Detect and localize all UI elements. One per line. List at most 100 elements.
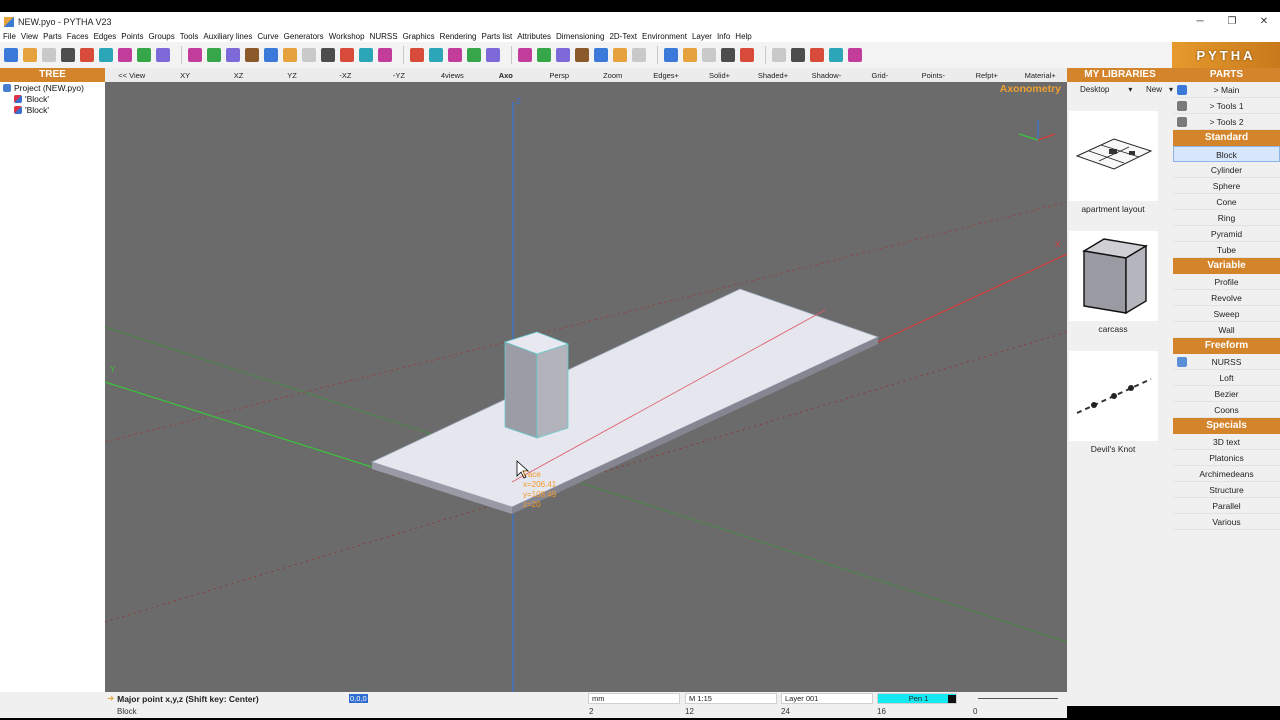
box-right-face[interactable] bbox=[536, 343, 569, 439]
view-button-xy[interactable]: XY bbox=[158, 71, 211, 80]
toolbar-tool-icon[interactable] bbox=[283, 48, 297, 62]
part-nurss[interactable]: NURSS bbox=[1173, 354, 1280, 370]
toolbar-tool-icon[interactable] bbox=[321, 48, 335, 62]
menu-item-view[interactable]: View bbox=[21, 32, 38, 41]
toolbar-tool-icon[interactable] bbox=[264, 48, 278, 62]
menu-item-2d-text[interactable]: 2D-Text bbox=[609, 32, 637, 41]
part-archimedeans[interactable]: Archimedeans bbox=[1173, 466, 1280, 482]
toolbar-tool-icon[interactable] bbox=[721, 48, 735, 62]
part-profile[interactable]: Profile bbox=[1173, 274, 1280, 290]
menu-item-dimensioning[interactable]: Dimensioning bbox=[556, 32, 604, 41]
view-button-yz[interactable]: -YZ bbox=[372, 71, 425, 80]
menu-item-info[interactable]: Info bbox=[717, 32, 730, 41]
toolbar-tool-icon[interactable] bbox=[448, 48, 462, 62]
menu-item-parts[interactable]: Parts bbox=[43, 32, 62, 41]
view-button-refpt[interactable]: Refpt+ bbox=[960, 71, 1013, 80]
part-parallel[interactable]: Parallel bbox=[1173, 498, 1280, 514]
toolbar-tool-icon[interactable] bbox=[829, 48, 843, 62]
menu-item-nurss[interactable]: NURSS bbox=[370, 32, 398, 41]
menu-item-curve[interactable]: Curve bbox=[257, 32, 278, 41]
pen-color-swatch[interactable] bbox=[948, 695, 956, 703]
toolbar-tool-icon[interactable] bbox=[61, 48, 75, 62]
slab-top-face[interactable] bbox=[370, 288, 880, 508]
toolbar-tool-icon[interactable] bbox=[810, 48, 824, 62]
menu-item-edges[interactable]: Edges bbox=[94, 32, 117, 41]
toolbar-tool-icon[interactable] bbox=[575, 48, 589, 62]
chevron-down-icon[interactable]: ▾ bbox=[1128, 85, 1140, 94]
tree-item-block[interactable]: 'Block' bbox=[0, 104, 105, 115]
coord-input[interactable]: 0,0,0 bbox=[346, 693, 586, 704]
part-revolve[interactable]: Revolve bbox=[1173, 290, 1280, 306]
part-structure[interactable]: Structure bbox=[1173, 482, 1280, 498]
menu-item-tools[interactable]: Tools bbox=[180, 32, 199, 41]
toolbar-tool-icon[interactable] bbox=[137, 48, 151, 62]
menu-item-attributes[interactable]: Attributes bbox=[517, 32, 551, 41]
toolbar-tool-icon[interactable] bbox=[42, 48, 56, 62]
line-style-select[interactable] bbox=[978, 698, 1058, 699]
toolbar-tool-icon[interactable] bbox=[518, 48, 532, 62]
toolbar-tool-icon[interactable] bbox=[632, 48, 646, 62]
3d-viewport[interactable]: Axonometry Z Y X Face x=206.41 y=108.49 … bbox=[105, 82, 1067, 692]
toolbar-tool-icon[interactable] bbox=[556, 48, 570, 62]
part-tube[interactable]: Tube bbox=[1173, 242, 1280, 258]
part-block[interactable]: Block bbox=[1173, 146, 1280, 162]
part-cone[interactable]: Cone bbox=[1173, 194, 1280, 210]
tree-item-project[interactable]: Project (NEW.pyo) bbox=[0, 82, 105, 93]
part-coons[interactable]: Coons bbox=[1173, 402, 1280, 418]
part-sphere[interactable]: Sphere bbox=[1173, 178, 1280, 194]
toolbar-tool-icon[interactable] bbox=[156, 48, 170, 62]
toolbar-tool-icon[interactable] bbox=[791, 48, 805, 62]
part-platonics[interactable]: Platonics bbox=[1173, 450, 1280, 466]
toolbar-tool-icon[interactable] bbox=[683, 48, 697, 62]
part-various[interactable]: Various bbox=[1173, 514, 1280, 530]
toolbar-tool-icon[interactable] bbox=[772, 48, 786, 62]
view-button-4views[interactable]: 4views bbox=[426, 71, 479, 80]
view-button-axo[interactable]: Axo bbox=[479, 71, 532, 80]
menu-item-rendering[interactable]: Rendering bbox=[440, 32, 477, 41]
menu-item-faces[interactable]: Faces bbox=[67, 32, 89, 41]
toolbar-tool-icon[interactable] bbox=[340, 48, 354, 62]
part-sweep[interactable]: Sweep bbox=[1173, 306, 1280, 322]
view-button-view[interactable]: << View bbox=[105, 71, 158, 80]
toolbar-tool-icon[interactable] bbox=[188, 48, 202, 62]
view-button-shaded[interactable]: Shaded+ bbox=[746, 71, 799, 80]
toolbar-tool-icon[interactable] bbox=[702, 48, 716, 62]
toolbar-tool-icon[interactable] bbox=[378, 48, 392, 62]
menu-item-auxiliary-lines[interactable]: Auxiliary lines bbox=[203, 32, 252, 41]
part-cylinder[interactable]: Cylinder bbox=[1173, 162, 1280, 178]
parts-nav-1[interactable]: > Tools 1 bbox=[1173, 98, 1280, 114]
part-3d-text[interactable]: 3D text bbox=[1173, 434, 1280, 450]
toolbar-tool-icon[interactable] bbox=[594, 48, 608, 62]
toolbar-tool-icon[interactable] bbox=[207, 48, 221, 62]
toolbar-tool-icon[interactable] bbox=[429, 48, 443, 62]
box-left-face[interactable] bbox=[504, 341, 538, 439]
toolbar-tool-icon[interactable] bbox=[245, 48, 259, 62]
view-button-material[interactable]: Material+ bbox=[1013, 71, 1066, 80]
view-button-solid[interactable]: Solid+ bbox=[693, 71, 746, 80]
menu-item-points[interactable]: Points bbox=[121, 32, 143, 41]
toolbar-tool-icon[interactable] bbox=[4, 48, 18, 62]
part-pyramid[interactable]: Pyramid bbox=[1173, 226, 1280, 242]
menu-item-file[interactable]: File bbox=[3, 32, 16, 41]
toolbar-tool-icon[interactable] bbox=[99, 48, 113, 62]
part-loft[interactable]: Loft bbox=[1173, 370, 1280, 386]
tree-item-block[interactable]: 'Block' bbox=[0, 93, 105, 104]
view-button-yz[interactable]: YZ bbox=[265, 71, 318, 80]
toolbar-tool-icon[interactable] bbox=[302, 48, 316, 62]
unit-select[interactable]: mm bbox=[588, 693, 680, 704]
view-button-edges[interactable]: Edges+ bbox=[639, 71, 692, 80]
menu-item-generators[interactable]: Generators bbox=[284, 32, 324, 41]
part-wall[interactable]: Wall bbox=[1173, 322, 1280, 338]
view-button-zoom[interactable]: Zoom bbox=[586, 71, 639, 80]
toolbar-tool-icon[interactable] bbox=[486, 48, 500, 62]
library-item-apartment[interactable] bbox=[1069, 111, 1158, 201]
view-button-persp[interactable]: Persp bbox=[533, 71, 586, 80]
toolbar-tool-icon[interactable] bbox=[23, 48, 37, 62]
new-button[interactable]: New bbox=[1146, 85, 1162, 94]
menu-item-groups[interactable]: Groups bbox=[148, 32, 174, 41]
part-ring[interactable]: Ring bbox=[1173, 210, 1280, 226]
toolbar-tool-icon[interactable] bbox=[80, 48, 94, 62]
view-button-shadow[interactable]: Shadow- bbox=[800, 71, 853, 80]
menu-item-layer[interactable]: Layer bbox=[692, 32, 712, 41]
toolbar-tool-icon[interactable] bbox=[613, 48, 627, 62]
